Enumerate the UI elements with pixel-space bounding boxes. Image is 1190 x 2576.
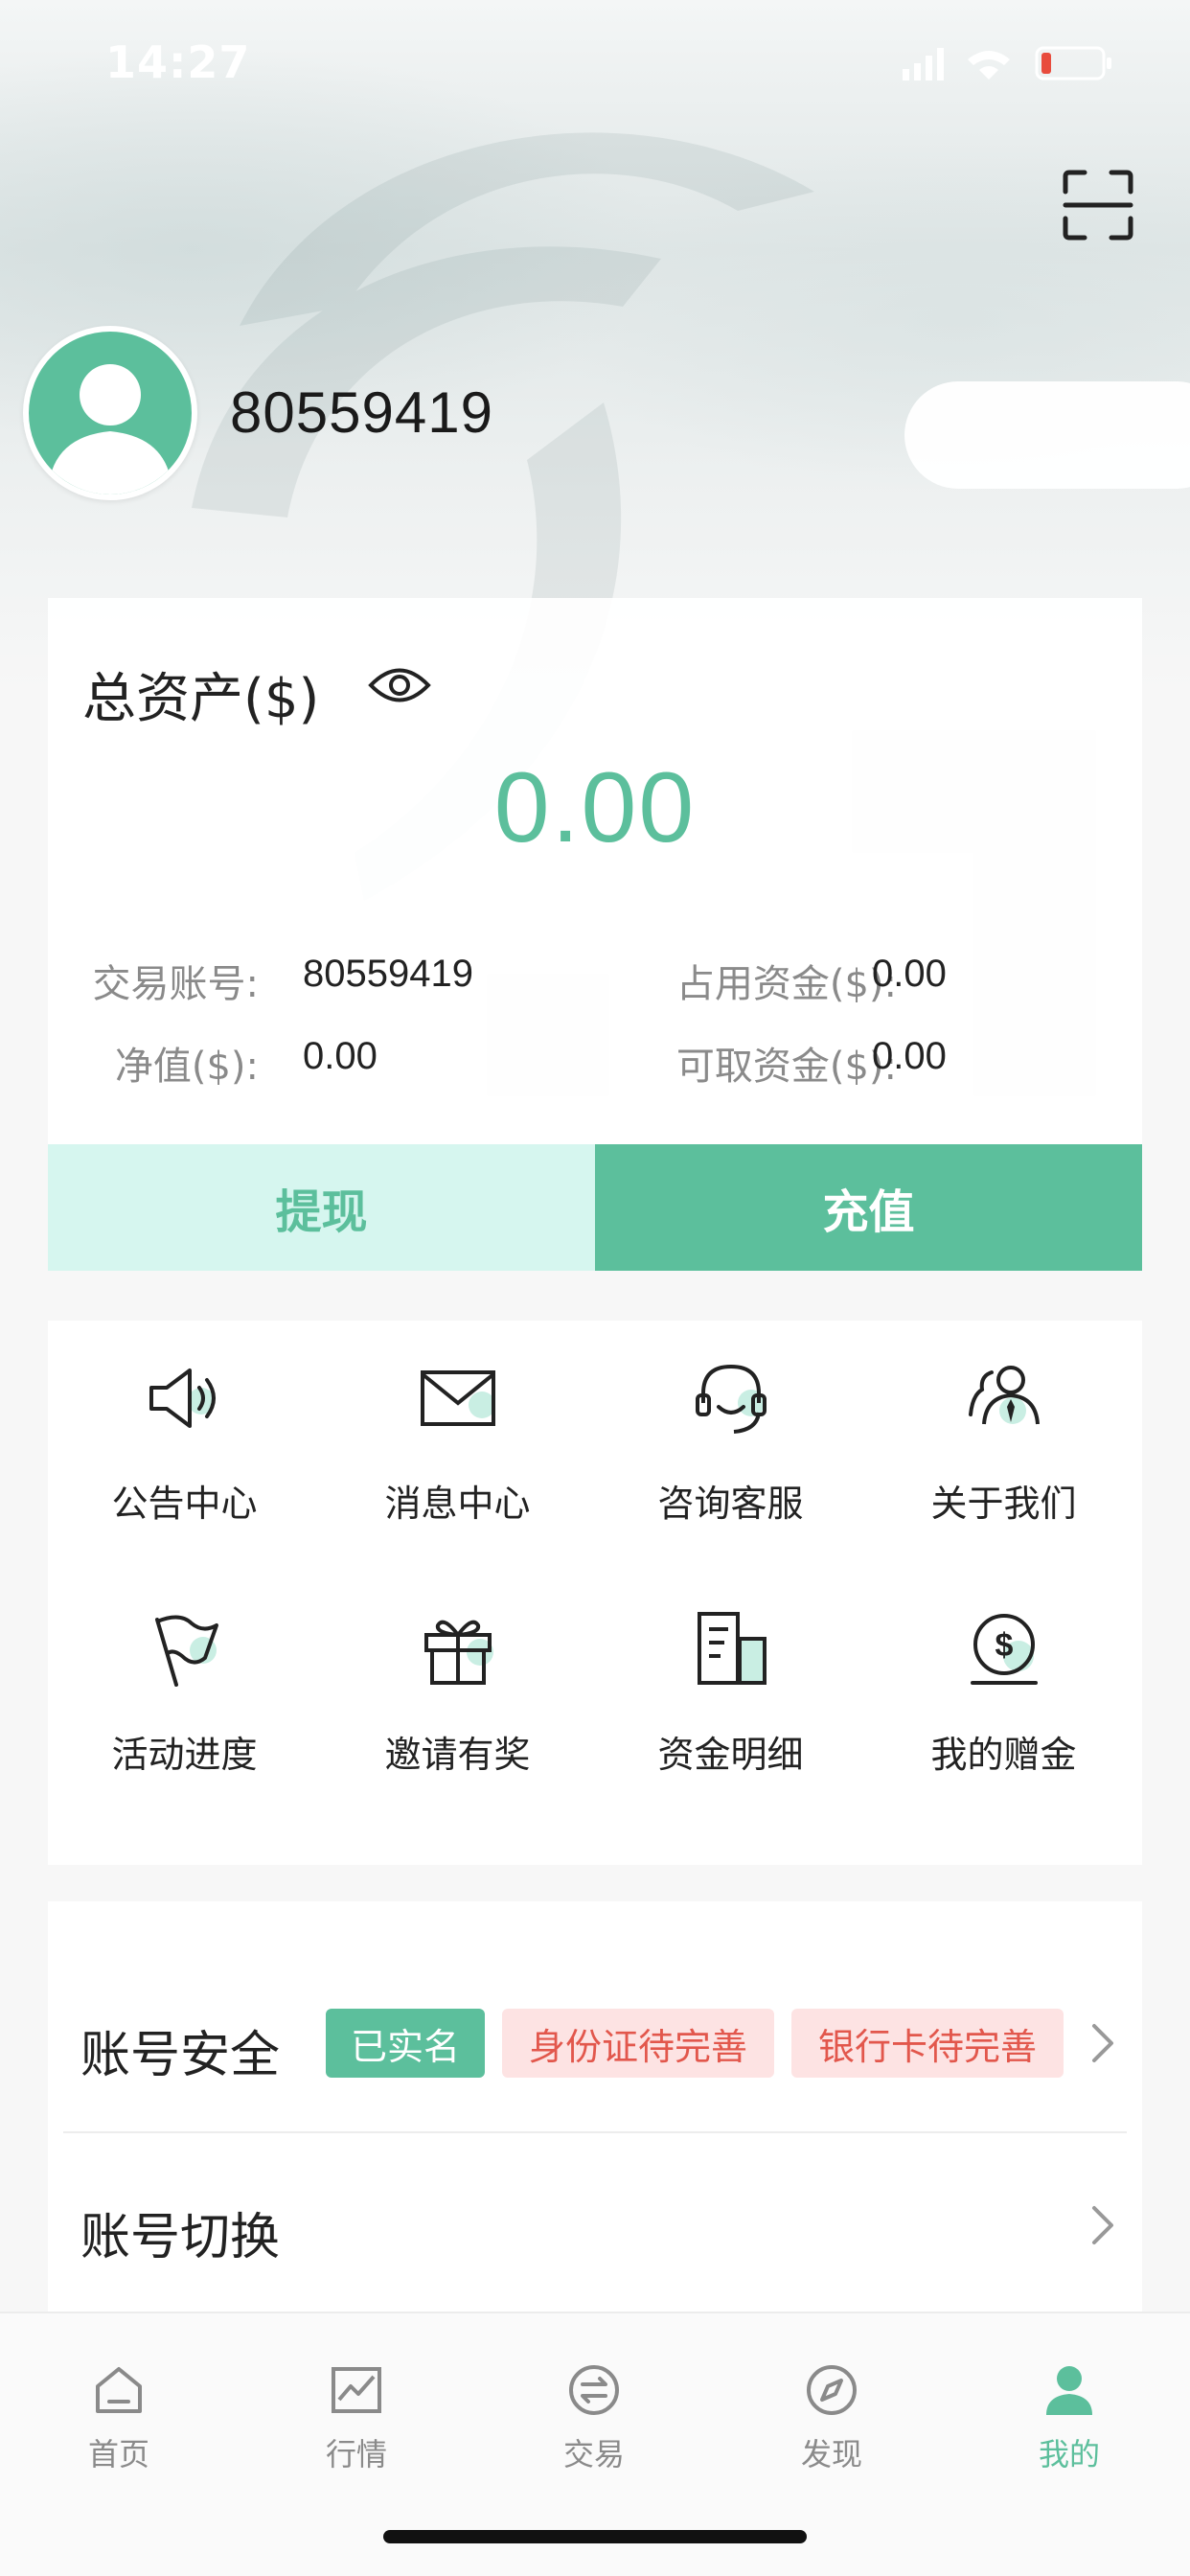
bank-pending-badge: 银行卡待完善 <box>791 2009 1064 2078</box>
service-announcements[interactable]: 公告中心 <box>48 1321 321 1531</box>
service-label: 公告中心 <box>111 1483 258 1525</box>
service-bonus[interactable]: $ 我的赠金 <box>867 1572 1140 1782</box>
withdrawable-value: 0.00 <box>872 1035 947 1077</box>
deposit-button[interactable]: 充值 <box>595 1144 1142 1271</box>
service-support[interactable]: 咨询客服 <box>594 1321 867 1531</box>
tab-label: 我的 <box>1038 2436 1100 2472</box>
account-security-title: 账号安全 <box>80 2027 281 2084</box>
scan-icon[interactable] <box>1062 169 1134 242</box>
service-label: 活动进度 <box>111 1734 258 1776</box>
service-invite[interactable]: 邀请有奖 <box>321 1572 594 1782</box>
service-activities[interactable]: 活动进度 <box>48 1572 321 1782</box>
chart-icon <box>332 2367 381 2413</box>
flag-icon <box>155 1615 218 1687</box>
tab-label: 发现 <box>800 2436 862 2472</box>
fund-actions: 提现 充值 <box>48 1144 1142 1271</box>
account-switch-row[interactable]: 账号切换 <box>48 2083 1142 2266</box>
tab-mine[interactable]: 我的 <box>950 2346 1188 2472</box>
default-avatar-icon <box>48 364 172 494</box>
tab-home[interactable]: 首页 <box>0 2346 238 2472</box>
service-label: 消息中心 <box>384 1483 531 1525</box>
occupied-funds-value: 0.00 <box>872 953 947 995</box>
account-switch-title: 账号切换 <box>80 2209 281 2266</box>
total-assets-title: 总资产($) <box>82 668 320 730</box>
compass-icon <box>807 2365 857 2415</box>
services-grid: 公告中心 消息中心 咨询客服 关于我们 活动进度 邀请有奖 资金明细 $ 我的赠… <box>48 1321 1142 1865</box>
total-assets-value: 0.00 <box>493 752 697 863</box>
verified-badge: 已实名 <box>326 2009 485 2078</box>
trading-account-label: 交易账号: <box>92 962 259 1006</box>
account-security-row[interactable]: 账号安全 已实名 身份证待完善 银行卡待完善 <box>48 1901 1142 2084</box>
tab-trade[interactable]: 交易 <box>475 2346 713 2472</box>
headset-icon <box>696 1364 767 1434</box>
team-icon <box>969 1366 1040 1425</box>
service-label: 邀请有奖 <box>384 1734 531 1776</box>
service-funds-detail[interactable]: 资金明细 <box>594 1572 867 1782</box>
tab-label: 交易 <box>562 2436 625 2472</box>
home-indicator <box>383 2530 807 2543</box>
id-pending-badge: 身份证待完善 <box>502 2009 774 2078</box>
tab-label: 行情 <box>325 2436 387 2472</box>
home-icon <box>96 2367 142 2413</box>
service-messages[interactable]: 消息中心 <box>321 1321 594 1531</box>
eye-icon[interactable] <box>368 661 431 709</box>
withdraw-button[interactable]: 提现 <box>48 1144 595 1271</box>
service-about[interactable]: 关于我们 <box>867 1321 1140 1531</box>
wifi-icon <box>968 51 1010 80</box>
account-settings: 账号安全 已实名 身份证待完善 银行卡待完善 账号切换 <box>48 1901 1142 2313</box>
service-label: 资金明细 <box>657 1734 804 1776</box>
status-time: 14:27 <box>105 36 251 88</box>
status-bar: 14:27 <box>0 0 1190 126</box>
exchange-icon <box>569 2365 619 2415</box>
username: 80559419 <box>230 380 493 445</box>
tab-label: 首页 <box>87 2436 149 2472</box>
chevron-right-icon <box>1092 2024 1113 2062</box>
withdrawable-label: 可取资金($): <box>675 1045 897 1089</box>
net-value-value: 0.00 <box>303 1035 378 1077</box>
tab-discover[interactable]: 发现 <box>713 2346 950 2472</box>
chevron-right-icon <box>1092 2206 1113 2244</box>
service-label: 我的赠金 <box>930 1734 1077 1776</box>
svg-text:$: $ <box>995 1627 1014 1664</box>
user-icon <box>1046 2366 1092 2415</box>
status-icons <box>903 46 1111 80</box>
document-icon <box>698 1612 767 1685</box>
service-label: 关于我们 <box>930 1483 1077 1525</box>
dollar-coin-icon: $ <box>971 1614 1038 1685</box>
assets-card: 总资产($) 0.00 交易账号: 80559419 占用资金($): 0.00… <box>48 598 1142 1271</box>
net-value-label: 净值($): <box>114 1045 259 1089</box>
header-pill[interactable] <box>904 381 1190 489</box>
megaphone-icon <box>149 1368 216 1428</box>
tab-market[interactable]: 行情 <box>238 2346 475 2472</box>
avatar[interactable] <box>23 326 197 500</box>
occupied-funds-label: 占用资金($): <box>675 962 897 1006</box>
envelope-icon <box>421 1370 495 1426</box>
service-label: 咨询客服 <box>657 1483 804 1525</box>
signal-icon <box>903 69 909 80</box>
gift-icon <box>424 1620 493 1685</box>
trading-account-value: 80559419 <box>303 953 473 995</box>
